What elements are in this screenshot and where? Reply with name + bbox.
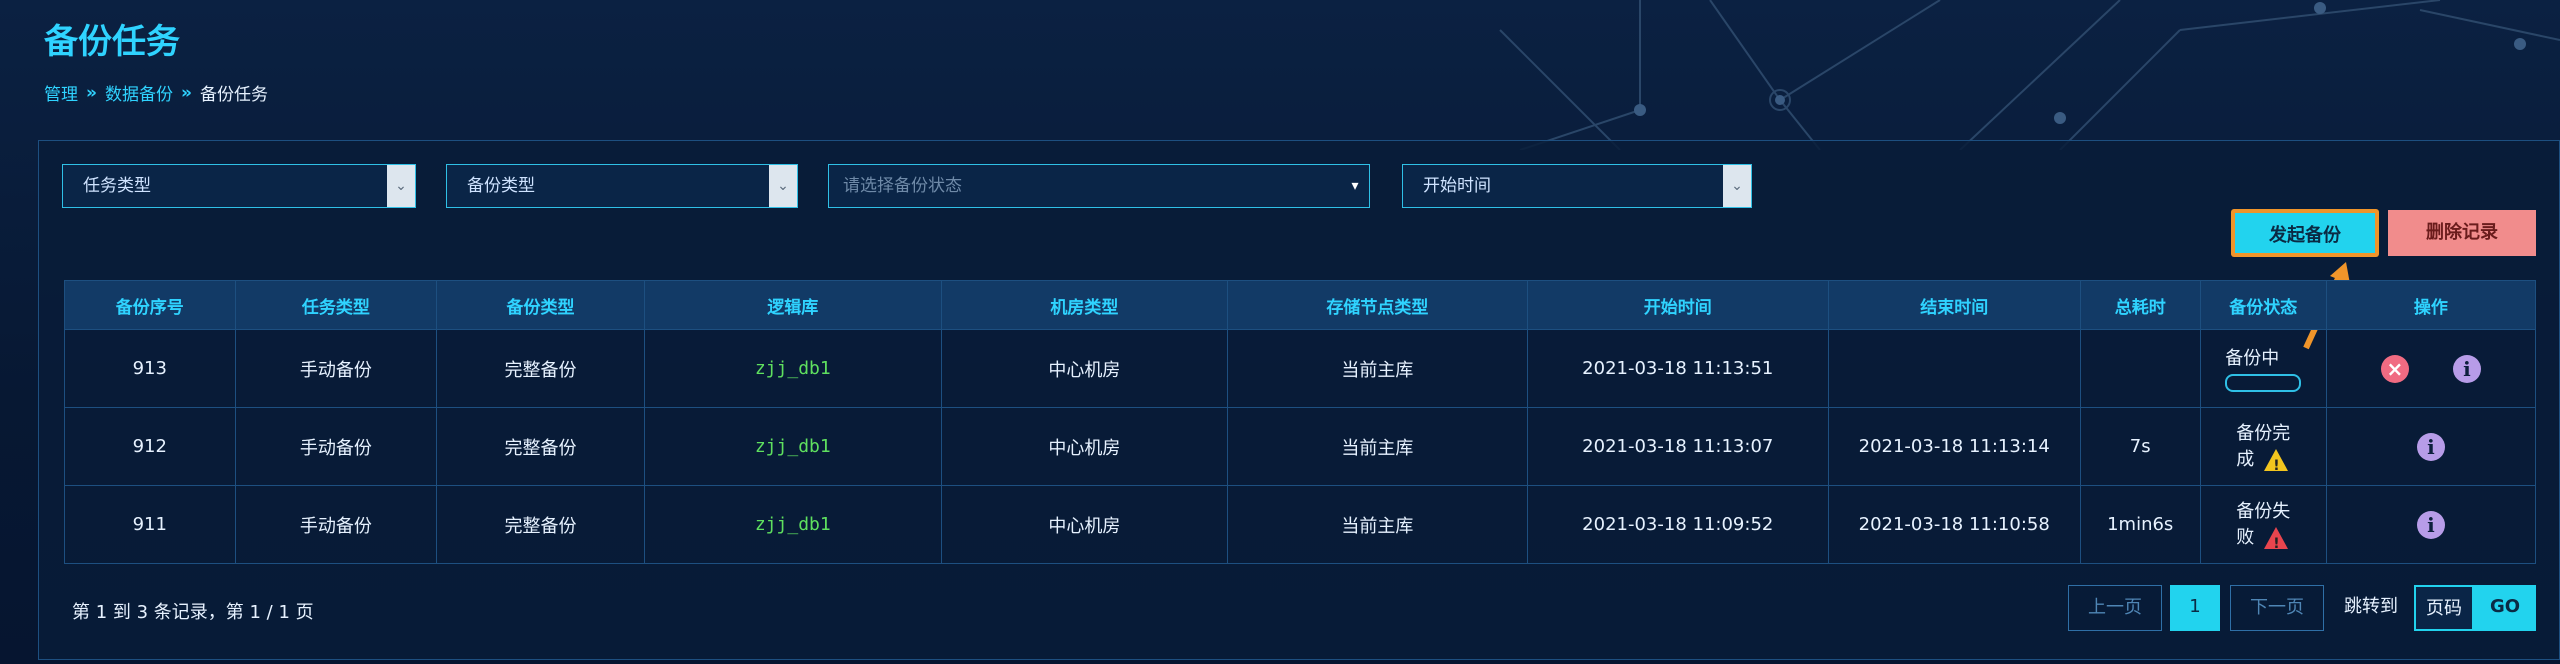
cell-logical-db: zjj_db1 (643, 329, 942, 408)
caret-down-icon: ▾ (1351, 178, 1359, 194)
go-button[interactable]: GO (2474, 585, 2536, 631)
cell-node-type: 当前主库 (1226, 485, 1528, 564)
cell-actions: × i (2325, 329, 2537, 408)
cell-backup-type: 完整备份 (436, 407, 645, 486)
breadcrumb-current: 备份任务 (199, 85, 268, 105)
status-badge: 备份中 (2225, 346, 2302, 392)
status-text-line1: 备份失 (2236, 500, 2291, 522)
error-warning-icon: ! (2264, 526, 2289, 552)
chevron-down-icon: ⌄ (1723, 165, 1751, 207)
cell-backup-type: 完整备份 (436, 485, 645, 564)
cancel-icon[interactable]: × (2380, 354, 2409, 383)
status-text: 备份中 (2225, 347, 2280, 369)
cell-duration (2079, 329, 2201, 408)
prev-page-button[interactable]: 上一页 (2068, 585, 2162, 631)
breadcrumb-separator: » (86, 82, 97, 103)
breadcrumb-data-backup[interactable]: 数据备份 (105, 80, 173, 105)
records-summary: 第 1 到 3 条记录，第 1 / 1 页 (72, 602, 314, 623)
circuit-decoration (1499, 0, 2560, 150)
column-header[interactable]: 存储节点类型 (1226, 280, 1528, 330)
cell-start-time: 2021-03-18 11:09:52 (1526, 485, 1829, 564)
column-header[interactable]: 备份序号 (64, 280, 236, 330)
table-row[interactable]: 912 手动备份 完整备份 zjj_db1 中心机房 当前主库 2021-03-… (64, 407, 2537, 486)
cell-logical-db: zjj_db1 (643, 485, 942, 564)
cell-node-type: 当前主库 (1226, 329, 1528, 408)
column-header[interactable]: 任务类型 (234, 280, 438, 330)
status-badge: 备份失 败! (2236, 499, 2291, 552)
cell-end-time: 2021-03-18 11:10:58 (1827, 485, 2081, 564)
start-time-value: 开始时间 (1423, 176, 1491, 196)
column-header[interactable]: 结束时间 (1827, 280, 2081, 330)
status-badge: 备份完 成! (2236, 421, 2291, 474)
cell-status: 备份中 (2199, 329, 2327, 408)
cell-task-type: 手动备份 (234, 329, 438, 408)
table-header-row: 备份序号 任务类型 备份类型 逻辑库 机房类型 存储节点类型 开始时间 结束时间… (64, 280, 2537, 330)
cell-start-time: 2021-03-18 11:13:51 (1526, 329, 1829, 408)
backup-status-select[interactable]: 请选择备份状态 ▾ (828, 164, 1370, 208)
breadcrumb: 管理 » 数据备份 » 备份任务 (44, 80, 268, 106)
cell-duration: 1min6s (2079, 485, 2201, 564)
column-header[interactable]: 备份状态 (2199, 280, 2327, 330)
info-icon[interactable]: i (2452, 354, 2481, 383)
cell-start-time: 2021-03-18 11:13:07 (1526, 407, 1829, 486)
breadcrumb-separator: » (180, 82, 192, 103)
progress-bar (2225, 373, 2302, 392)
next-page-button[interactable]: 下一页 (2230, 585, 2324, 631)
page-title: 备份任务 (44, 22, 180, 62)
column-header[interactable]: 备份类型 (436, 280, 645, 330)
cell-backup-type: 完整备份 (436, 329, 645, 408)
table-row[interactable]: 911 手动备份 完整备份 zjj_db1 中心机房 当前主库 2021-03-… (64, 485, 2537, 564)
backup-type-select[interactable]: 备份类型 ⌄ (446, 164, 798, 208)
start-time-select[interactable]: 开始时间 ⌄ (1402, 164, 1752, 208)
page-number-current[interactable]: 1 (2170, 585, 2220, 631)
cell-status: 备份失 败! (2199, 485, 2327, 564)
column-header[interactable]: 开始时间 (1526, 280, 1829, 330)
cell-id: 912 (64, 407, 236, 486)
table-row[interactable]: 913 手动备份 完整备份 zjj_db1 中心机房 当前主库 2021-03-… (64, 329, 2537, 408)
status-text-line2: 败 (2236, 526, 2255, 548)
cell-id: 913 (64, 329, 236, 408)
cell-actions: i (2325, 485, 2537, 564)
column-header[interactable]: 总耗时 (2079, 280, 2201, 330)
cell-room-type: 中心机房 (940, 485, 1228, 564)
status-text-line2: 成 (2236, 448, 2255, 470)
cell-end-time (1827, 329, 2081, 408)
cell-id: 911 (64, 485, 236, 564)
jump-to-label: 跳转到 (2344, 596, 2398, 617)
start-backup-button[interactable]: 发起备份 (2232, 210, 2378, 256)
page-number-input[interactable]: 页码 (2414, 585, 2474, 631)
cell-task-type: 手动备份 (234, 407, 438, 486)
cell-task-type: 手动备份 (234, 485, 438, 564)
cell-end-time: 2021-03-18 11:13:14 (1827, 407, 2081, 486)
task-type-value: 任务类型 (83, 176, 151, 196)
cell-room-type: 中心机房 (940, 407, 1228, 486)
column-header[interactable]: 机房类型 (940, 280, 1228, 330)
backup-type-value: 备份类型 (467, 176, 535, 196)
warning-icon: ! (2264, 448, 2289, 474)
cell-room-type: 中心机房 (940, 329, 1228, 408)
chevron-down-icon: ⌄ (387, 165, 415, 207)
delete-records-button[interactable]: 删除记录 (2388, 210, 2536, 256)
task-type-select[interactable]: 任务类型 ⌄ (62, 164, 416, 208)
backup-status-placeholder: 请选择备份状态 (843, 176, 962, 196)
info-icon[interactable]: i (2416, 432, 2445, 461)
cell-status: 备份完 成! (2199, 407, 2327, 486)
status-text-line1: 备份完 (2236, 422, 2291, 444)
cell-node-type: 当前主库 (1226, 407, 1528, 486)
column-header: 操作 (2325, 280, 2537, 330)
backup-task-table: 备份序号 任务类型 备份类型 逻辑库 机房类型 存储节点类型 开始时间 结束时间… (64, 280, 2537, 564)
column-header[interactable]: 逻辑库 (643, 280, 942, 330)
cell-duration: 7s (2079, 407, 2201, 486)
breadcrumb-manage[interactable]: 管理 (44, 80, 78, 105)
cell-logical-db: zjj_db1 (643, 407, 942, 486)
chevron-down-icon: ⌄ (769, 165, 797, 207)
cell-actions: i (2325, 407, 2537, 486)
info-icon[interactable]: i (2416, 510, 2445, 539)
